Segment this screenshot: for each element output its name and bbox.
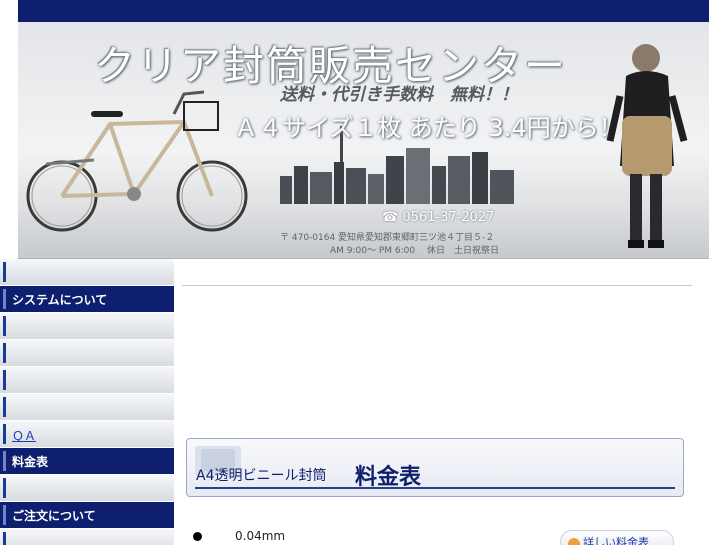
sidebar-item-label[interactable] bbox=[12, 319, 36, 333]
detailed-price-button[interactable]: 詳しい料金表 bbox=[560, 530, 674, 545]
banner-phone-number: ☎ 0561-37-2027 bbox=[382, 210, 495, 225]
header-banner: クリア封筒販売センター 送料・代引き手数料 無料！！ Ａ４サイズ１枚 あたり 3… bbox=[18, 22, 709, 259]
sidebar-item-label[interactable] bbox=[12, 346, 36, 360]
sidebar-section-order: ご注文について bbox=[0, 502, 174, 529]
detailed-price-label: 詳しい料金表 bbox=[583, 536, 649, 545]
sidebar-item-label[interactable]: ＱＡ bbox=[12, 427, 36, 443]
banner-address: 〒 470-0164 愛知県愛知郡東郷町三ツ池４丁目５-２ bbox=[280, 233, 495, 243]
sidebar-item-5[interactable] bbox=[0, 367, 174, 394]
spec-thickness: 0.04mm bbox=[235, 529, 286, 543]
content-divider bbox=[182, 285, 692, 286]
sidebar-section-label: 料金表 bbox=[12, 454, 49, 469]
sidebar-item-label[interactable] bbox=[12, 373, 36, 387]
bicycle-illustration bbox=[26, 90, 248, 232]
sidebar-item-1[interactable] bbox=[0, 259, 174, 286]
sidebar-item-6[interactable] bbox=[0, 394, 174, 421]
sidebar-section-system: システムについて bbox=[0, 286, 174, 313]
banner-shipping-free-text: 送料・代引き手数料 無料！！ bbox=[280, 85, 518, 105]
sidebar-item-qa[interactable]: ＱＡ bbox=[0, 421, 174, 448]
heading-product-name: A4透明ビニール封筒 bbox=[196, 468, 327, 484]
section-heading: A4透明ビニール封筒 料金表 bbox=[186, 438, 684, 497]
sidebar-item-9[interactable] bbox=[0, 475, 174, 502]
sidebar-item-11[interactable] bbox=[0, 529, 174, 545]
banner-price-text: Ａ４サイズ１枚 あたり 3.4円から！ bbox=[234, 114, 623, 142]
banner-business-hours: AM 9:00～ PM 6:00 休日 土日祝祭日 bbox=[330, 246, 499, 256]
sidebar-item-3[interactable] bbox=[0, 313, 174, 340]
sidebar-section-price: 料金表 bbox=[0, 448, 174, 475]
sidebar-section-label: システムについて bbox=[12, 292, 108, 307]
heading-underline bbox=[195, 487, 675, 489]
sidebar-item-label[interactable] bbox=[12, 535, 36, 545]
sidebar-item-label[interactable] bbox=[12, 481, 36, 495]
sidebar-nav: システムについて ＱＡ 料金表 ご注文について bbox=[0, 259, 174, 545]
arrow-circle-icon bbox=[568, 538, 580, 545]
woman-illustration bbox=[606, 44, 688, 248]
sidebar-item-4[interactable] bbox=[0, 340, 174, 367]
top-bar bbox=[18, 0, 709, 22]
sidebar-item-label[interactable] bbox=[12, 265, 36, 279]
bullet-icon bbox=[193, 532, 202, 541]
sidebar-item-label[interactable] bbox=[12, 400, 36, 414]
sidebar-section-label: ご注文について bbox=[12, 508, 96, 523]
